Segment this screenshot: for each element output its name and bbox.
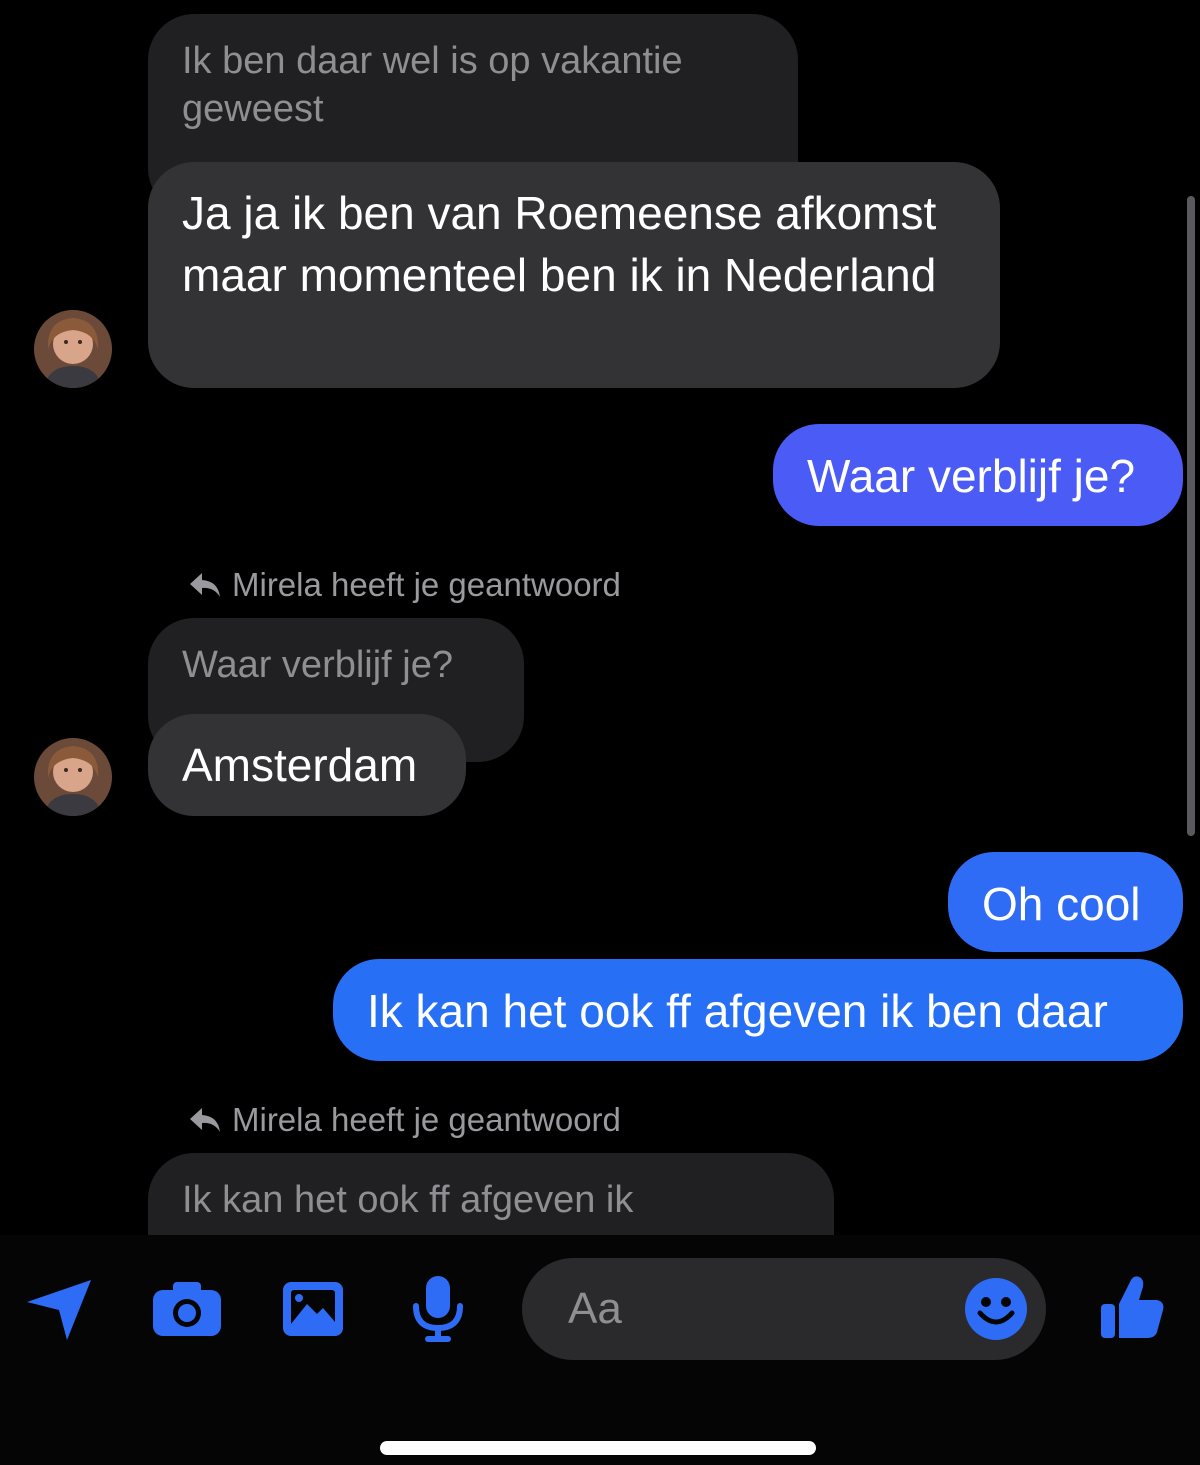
thumbs-up-icon[interactable]	[1098, 1273, 1166, 1341]
message-composer: Aa	[0, 1235, 1200, 1465]
outgoing-message-text: Ik kan het ook ff afgeven ik ben daar	[367, 985, 1108, 1037]
reply-arrow-icon	[190, 573, 220, 597]
outgoing-message-text: Waar verblijf je?	[807, 450, 1136, 502]
reply-indicator: Mirela heeft je geantwoord	[188, 566, 621, 604]
quoted-message-text: Waar verblijf je?	[182, 644, 454, 686]
gallery-icon[interactable]	[280, 1279, 346, 1339]
avatar[interactable]	[34, 310, 112, 388]
quoted-message-text: Ik kan het ook ff afgeven ik	[182, 1179, 634, 1221]
incoming-message-text: Amsterdam	[182, 739, 418, 791]
message-input-placeholder: Aa	[568, 1284, 622, 1333]
outgoing-message[interactable]: Oh cool	[948, 852, 1183, 952]
reply-indicator-text: Mirela heeft je geantwoord	[232, 1101, 621, 1138]
scrollbar[interactable]	[1187, 196, 1195, 836]
camera-icon[interactable]	[150, 1279, 224, 1339]
outgoing-message[interactable]: Waar verblijf je?	[773, 424, 1183, 526]
outgoing-message[interactable]: Ik kan het ook ff afgeven ik ben daar	[333, 959, 1183, 1061]
outgoing-message-text: Oh cool	[982, 878, 1141, 930]
reply-arrow-icon	[190, 1108, 220, 1132]
microphone-icon[interactable]	[410, 1273, 466, 1345]
reply-indicator: Mirela heeft je geantwoord	[188, 1101, 621, 1139]
reply-indicator-text: Mirela heeft je geantwoord	[232, 566, 621, 603]
avatar[interactable]	[34, 738, 112, 816]
quoted-message-text: Ik ben daar wel is op vakantie geweest	[182, 40, 683, 130]
incoming-message-text: Ja ja ik ben van Roemeense afkomst maar …	[182, 187, 937, 301]
message-input[interactable]: Aa	[522, 1258, 1046, 1360]
location-icon[interactable]	[24, 1277, 94, 1343]
incoming-message[interactable]: Amsterdam	[148, 714, 466, 816]
home-indicator[interactable]	[380, 1441, 816, 1455]
incoming-message[interactable]: Ja ja ik ben van Roemeense afkomst maar …	[148, 162, 1000, 388]
emoji-icon[interactable]	[964, 1277, 1028, 1341]
conversation-thread: Ik ben daar wel is op vakantie geweest J…	[0, 0, 1200, 1235]
quoted-message[interactable]: Ik kan het ook ff afgeven ik	[148, 1153, 834, 1235]
